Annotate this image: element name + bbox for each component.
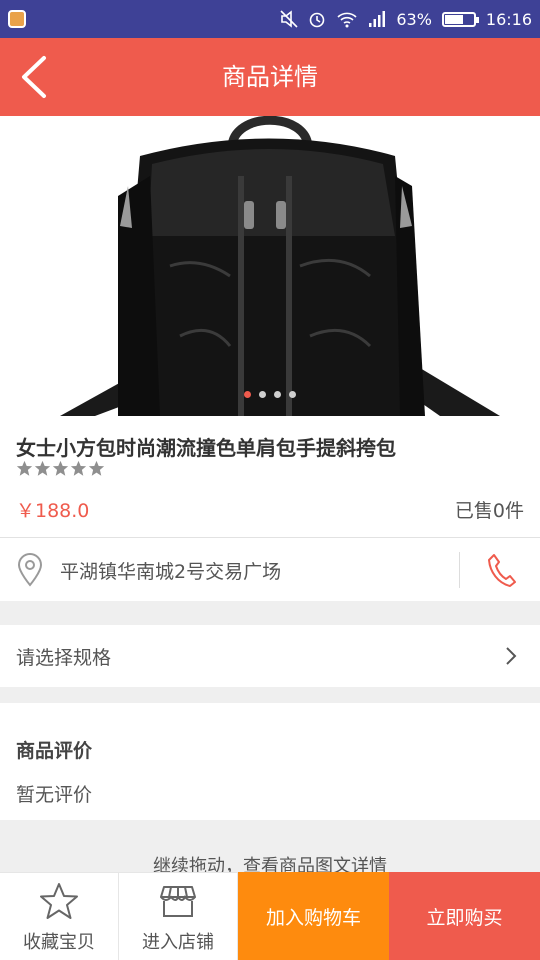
spec-label: 请选择规格 [16,647,112,669]
carousel-dot[interactable] [244,391,251,398]
favorite-label: 收藏宝贝 [23,932,95,953]
mute-icon [280,10,298,28]
store-address-row[interactable]: 平湖镇华南城2号交易广场 [0,538,540,601]
app-header: 商品详情 [0,38,540,116]
reviews-section: 商品评价 暂无评价 [0,703,540,820]
location-pin-icon [17,553,43,587]
carousel-indicator [0,391,540,398]
phone-icon [488,554,516,587]
chevron-right-icon [506,647,517,665]
app-notification-icon [8,10,26,28]
enter-store-label: 进入店铺 [142,932,214,953]
product-price: ￥188.0 [16,500,90,522]
star-icon [34,460,51,476]
product-info: 女士小方包时尚潮流撞色单肩包手提斜挎包 ￥188.0 已售0件 [0,416,540,537]
rating-stars [16,460,105,477]
sold-count: 已售0件 [454,500,524,522]
bottom-action-bar: 收藏宝贝 进入店铺 加入购物车 立即购买 [0,872,540,960]
buy-now-button[interactable]: 立即购买 [389,872,540,960]
back-button[interactable] [16,54,56,100]
store-address: 平湖镇华南城2号交易广场 [60,561,282,583]
status-icons: 63% 16:16 [280,0,532,38]
reviews-empty-text: 暂无评价 [16,784,93,806]
star-icon [52,460,69,476]
alarm-icon [310,12,325,28]
divider [459,552,460,588]
spec-selector[interactable]: 请选择规格 [0,625,540,687]
back-arrow-icon [22,56,46,98]
status-bar: 63% 16:16 [0,0,540,38]
product-image-carousel[interactable] [0,116,540,416]
product-title: 女士小方包时尚潮流撞色单肩包手提斜挎包 [16,436,396,460]
signal-icon [369,11,386,27]
star-icon [70,460,87,476]
star-icon [88,460,105,476]
carousel-dot[interactable] [274,391,281,398]
status-time: 16:16 [485,9,532,29]
store-icon [160,886,196,917]
carousel-dot[interactable] [289,391,296,398]
reviews-title: 商品评价 [16,740,93,762]
add-to-cart-button[interactable]: 加入购物车 [238,872,389,960]
favorite-button[interactable]: 收藏宝贝 [0,872,119,960]
star-outline-icon [40,883,78,919]
star-icon [16,460,33,476]
carousel-dot[interactable] [259,391,266,398]
battery-percent: 63% [396,9,432,29]
page-title: 商品详情 [222,63,318,91]
product-image [0,116,540,416]
battery-icon [441,11,479,27]
enter-store-button[interactable]: 进入店铺 [119,872,238,960]
call-button[interactable] [486,552,516,592]
wifi-icon [337,12,357,28]
